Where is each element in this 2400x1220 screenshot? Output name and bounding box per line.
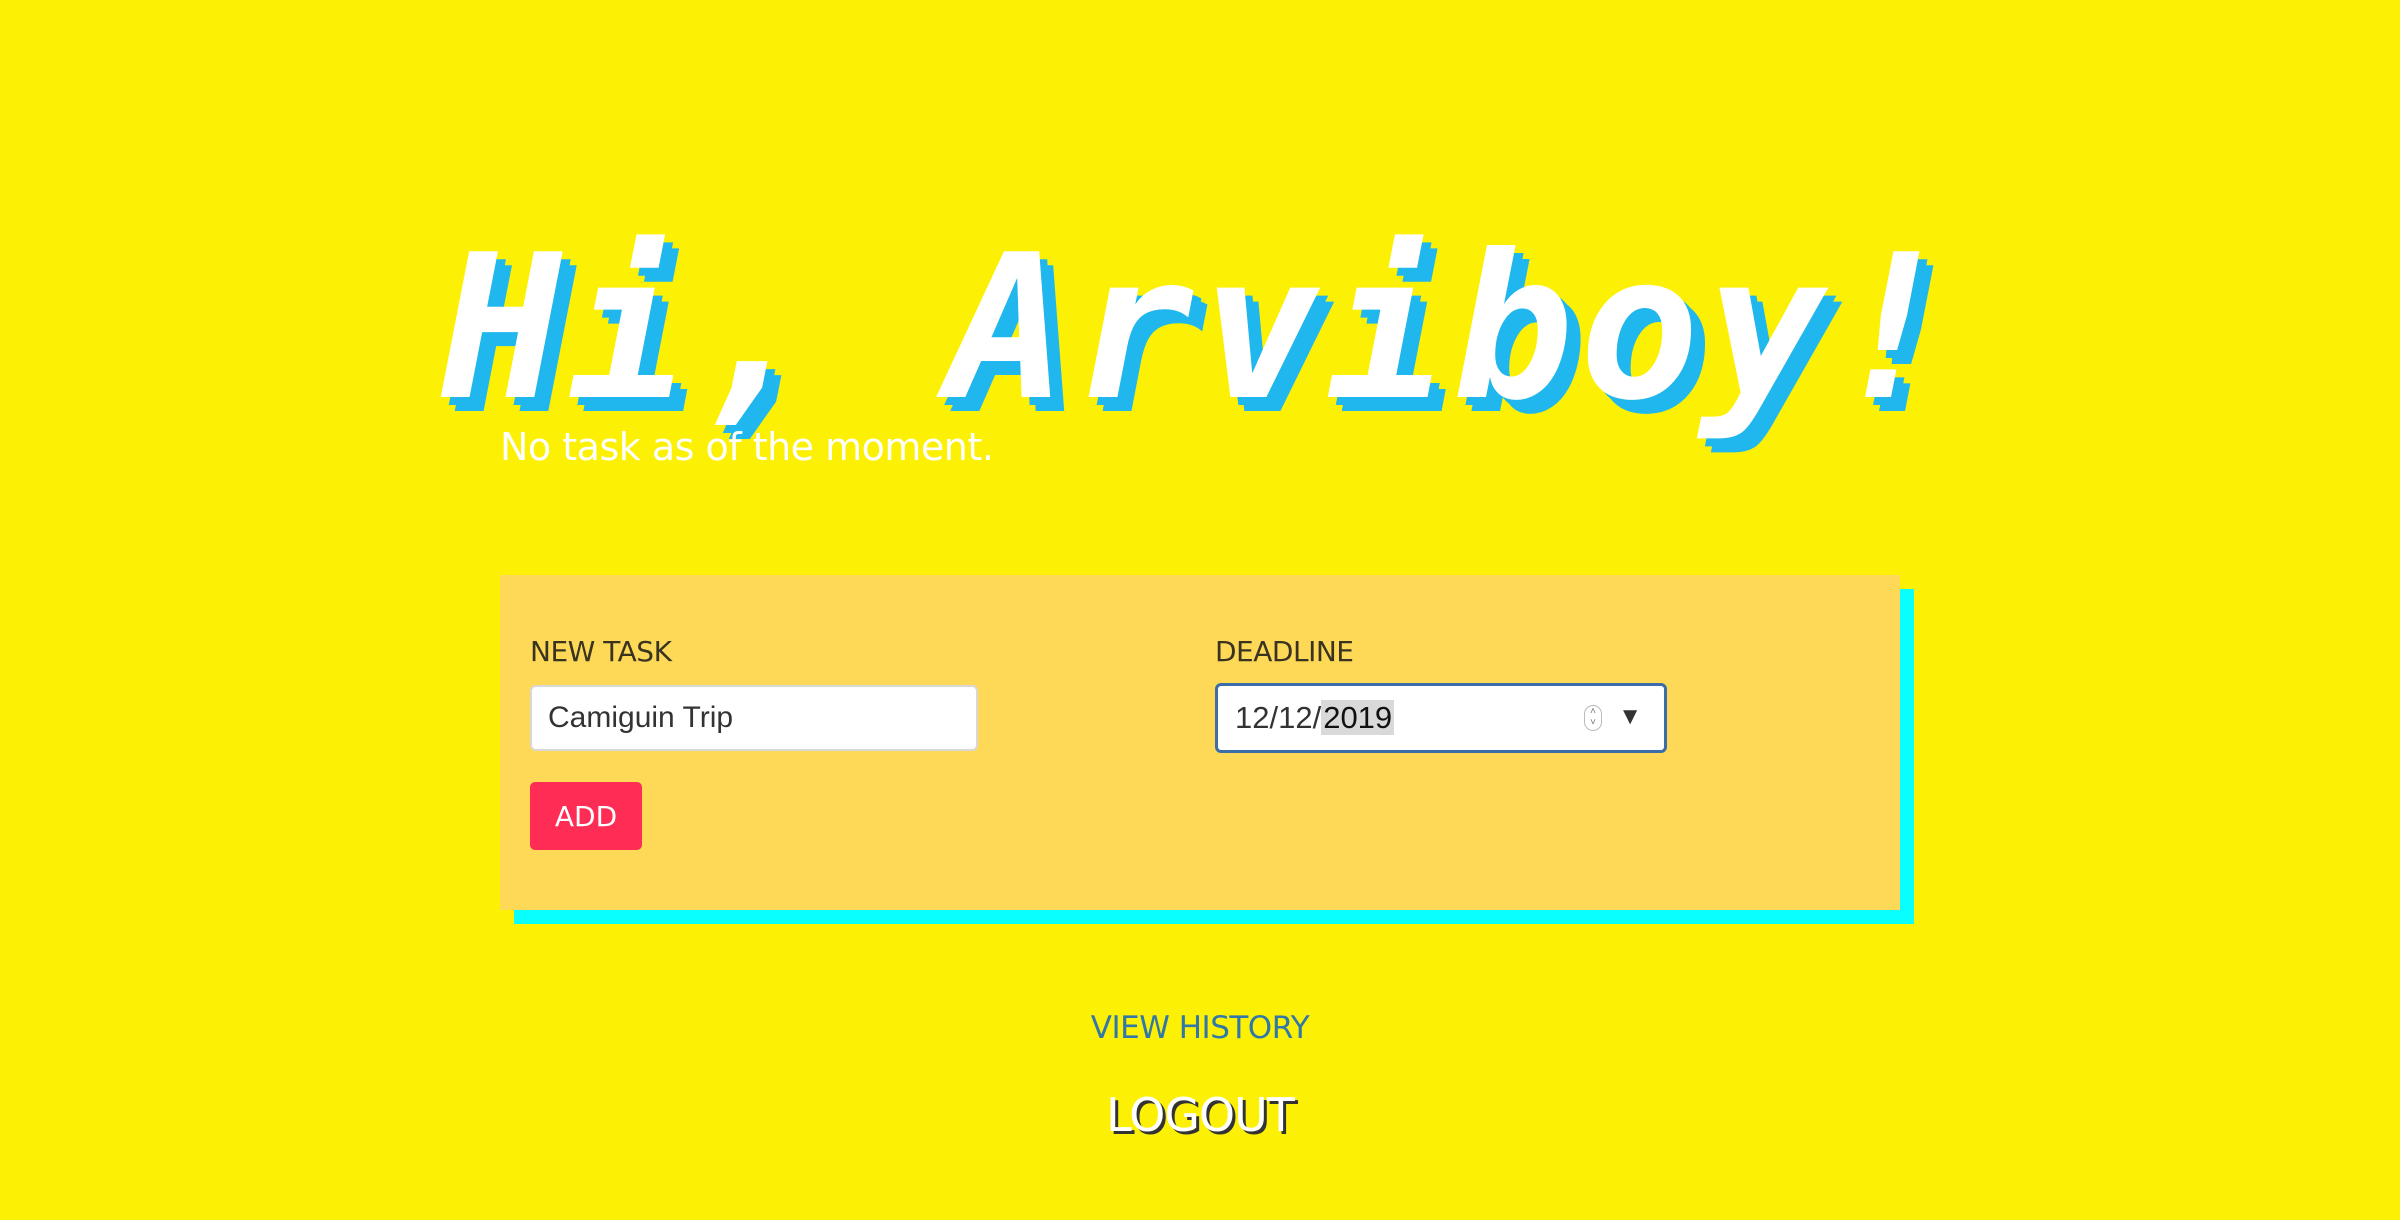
deadline-month-day[interactable]: 12/12/ [1235, 700, 1321, 735]
calendar-dropdown-icon[interactable]: ▼ [1618, 699, 1642, 735]
deadline-date-input[interactable]: 12/12/2019 ˄ ˅ ▼ [1215, 683, 1667, 753]
new-task-input[interactable] [530, 685, 978, 751]
deadline-date-value[interactable]: 12/12/2019 [1235, 700, 1395, 736]
view-history-link[interactable]: VIEW HISTORY [1091, 1010, 1310, 1046]
date-spinner-icon[interactable]: ˄ ˅ [1584, 705, 1602, 731]
new-task-label: NEW TASK [530, 635, 672, 668]
empty-task-message: No task as of the moment. [500, 425, 994, 469]
greeting-title: Hi, Arviboy! [441, 212, 1959, 445]
deadline-year[interactable]: 2019 [1321, 700, 1395, 735]
deadline-label: DEADLINE [1215, 635, 1354, 668]
logout-row: LOGOUT [0, 1088, 2400, 1142]
add-task-button[interactable]: ADD [530, 782, 642, 850]
logout-link[interactable]: LOGOUT [1106, 1088, 1295, 1142]
view-history-row: VIEW HISTORY [0, 1010, 2400, 1046]
new-task-form: NEW TASK DEADLINE 12/12/2019 ˄˅ ▼ ADD [500, 575, 1900, 910]
